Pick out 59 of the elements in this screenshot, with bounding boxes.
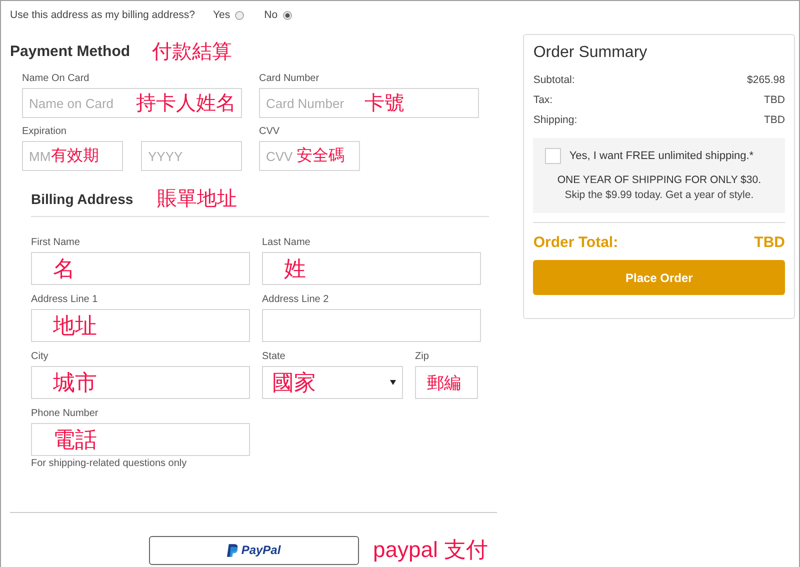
- field-label: Address Line 2: [262, 294, 330, 307]
- field-label: Expiration: [22, 126, 68, 139]
- annotation: 地址: [53, 312, 97, 340]
- annotation: 付款結算: [152, 40, 232, 64]
- field-label: Zip: [415, 351, 430, 364]
- field-label: State: [262, 351, 286, 364]
- annotation: 有效期: [51, 146, 99, 166]
- input-field[interactable]: [31, 366, 250, 399]
- paypal-button[interactable]: PayPal: [149, 536, 359, 564]
- annotation: 郵編: [427, 372, 461, 394]
- summary-label: Tax:: [533, 94, 553, 106]
- input-field[interactable]: YYYY: [141, 141, 242, 171]
- field-label: CVV: [259, 126, 281, 139]
- summary-value: TBD: [764, 114, 785, 126]
- input-field[interactable]: [31, 309, 250, 342]
- summary-value: TBD: [764, 94, 785, 106]
- promo-text: Skip the $9.99 today. Get a year of style.: [564, 189, 754, 201]
- summary-title: Order Summary: [533, 44, 648, 62]
- promo-headline: ONE YEAR OF SHIPPING FOR ONLY $30.: [557, 174, 761, 186]
- question-label: Use this address as my billing address?: [10, 9, 196, 21]
- input-field[interactable]: [415, 366, 478, 399]
- checkbox-label: Yes, I want FREE unlimited shipping.*: [569, 150, 754, 162]
- annotation: 持卡人姓名: [136, 92, 236, 116]
- summary-value: $265.98: [747, 74, 785, 86]
- help-text: For shipping-related questions only: [31, 458, 188, 469]
- annotation: 電話: [53, 426, 97, 454]
- annotation: 國家: [272, 368, 316, 396]
- annotation: paypal 支付: [373, 536, 488, 564]
- field-label: Last Name: [262, 237, 312, 250]
- field-label: City: [31, 351, 50, 364]
- state-dropdown[interactable]: [262, 366, 403, 399]
- field-label: Phone Number: [31, 408, 100, 421]
- radio-button[interactable]: [235, 10, 244, 20]
- annotation: 卡號: [364, 92, 404, 116]
- summary-label: Subtotal:: [533, 74, 575, 86]
- field-label: Name On Card: [22, 73, 90, 86]
- annotation: 名: [53, 254, 75, 282]
- field-label: Address Line 1: [31, 294, 99, 307]
- annotation: 賬單地址: [157, 187, 238, 212]
- field-label: Card Number: [259, 73, 320, 86]
- checkbox[interactable]: [545, 148, 562, 164]
- radio-button[interactable]: [282, 10, 292, 20]
- input-field[interactable]: [31, 423, 250, 456]
- annotation: 安全碼: [296, 146, 344, 166]
- input-field[interactable]: [262, 252, 481, 285]
- annotation: 城市: [53, 368, 97, 396]
- input-field[interactable]: [262, 309, 481, 342]
- section-title: Payment Method: [10, 42, 130, 60]
- paypal-logo-icon: [227, 544, 238, 556]
- total-value: TBD: [754, 234, 785, 251]
- annotation: 姓: [284, 254, 306, 282]
- input-field[interactable]: [31, 252, 250, 285]
- total-label: Order Total:: [533, 234, 618, 251]
- option-label: Yes: [213, 9, 230, 21]
- field-label: First Name: [31, 237, 81, 250]
- option-label: No: [264, 9, 278, 21]
- section-title: Billing Address: [31, 190, 134, 206]
- summary-label: Shipping:: [533, 114, 578, 126]
- caret-icon: [390, 380, 396, 385]
